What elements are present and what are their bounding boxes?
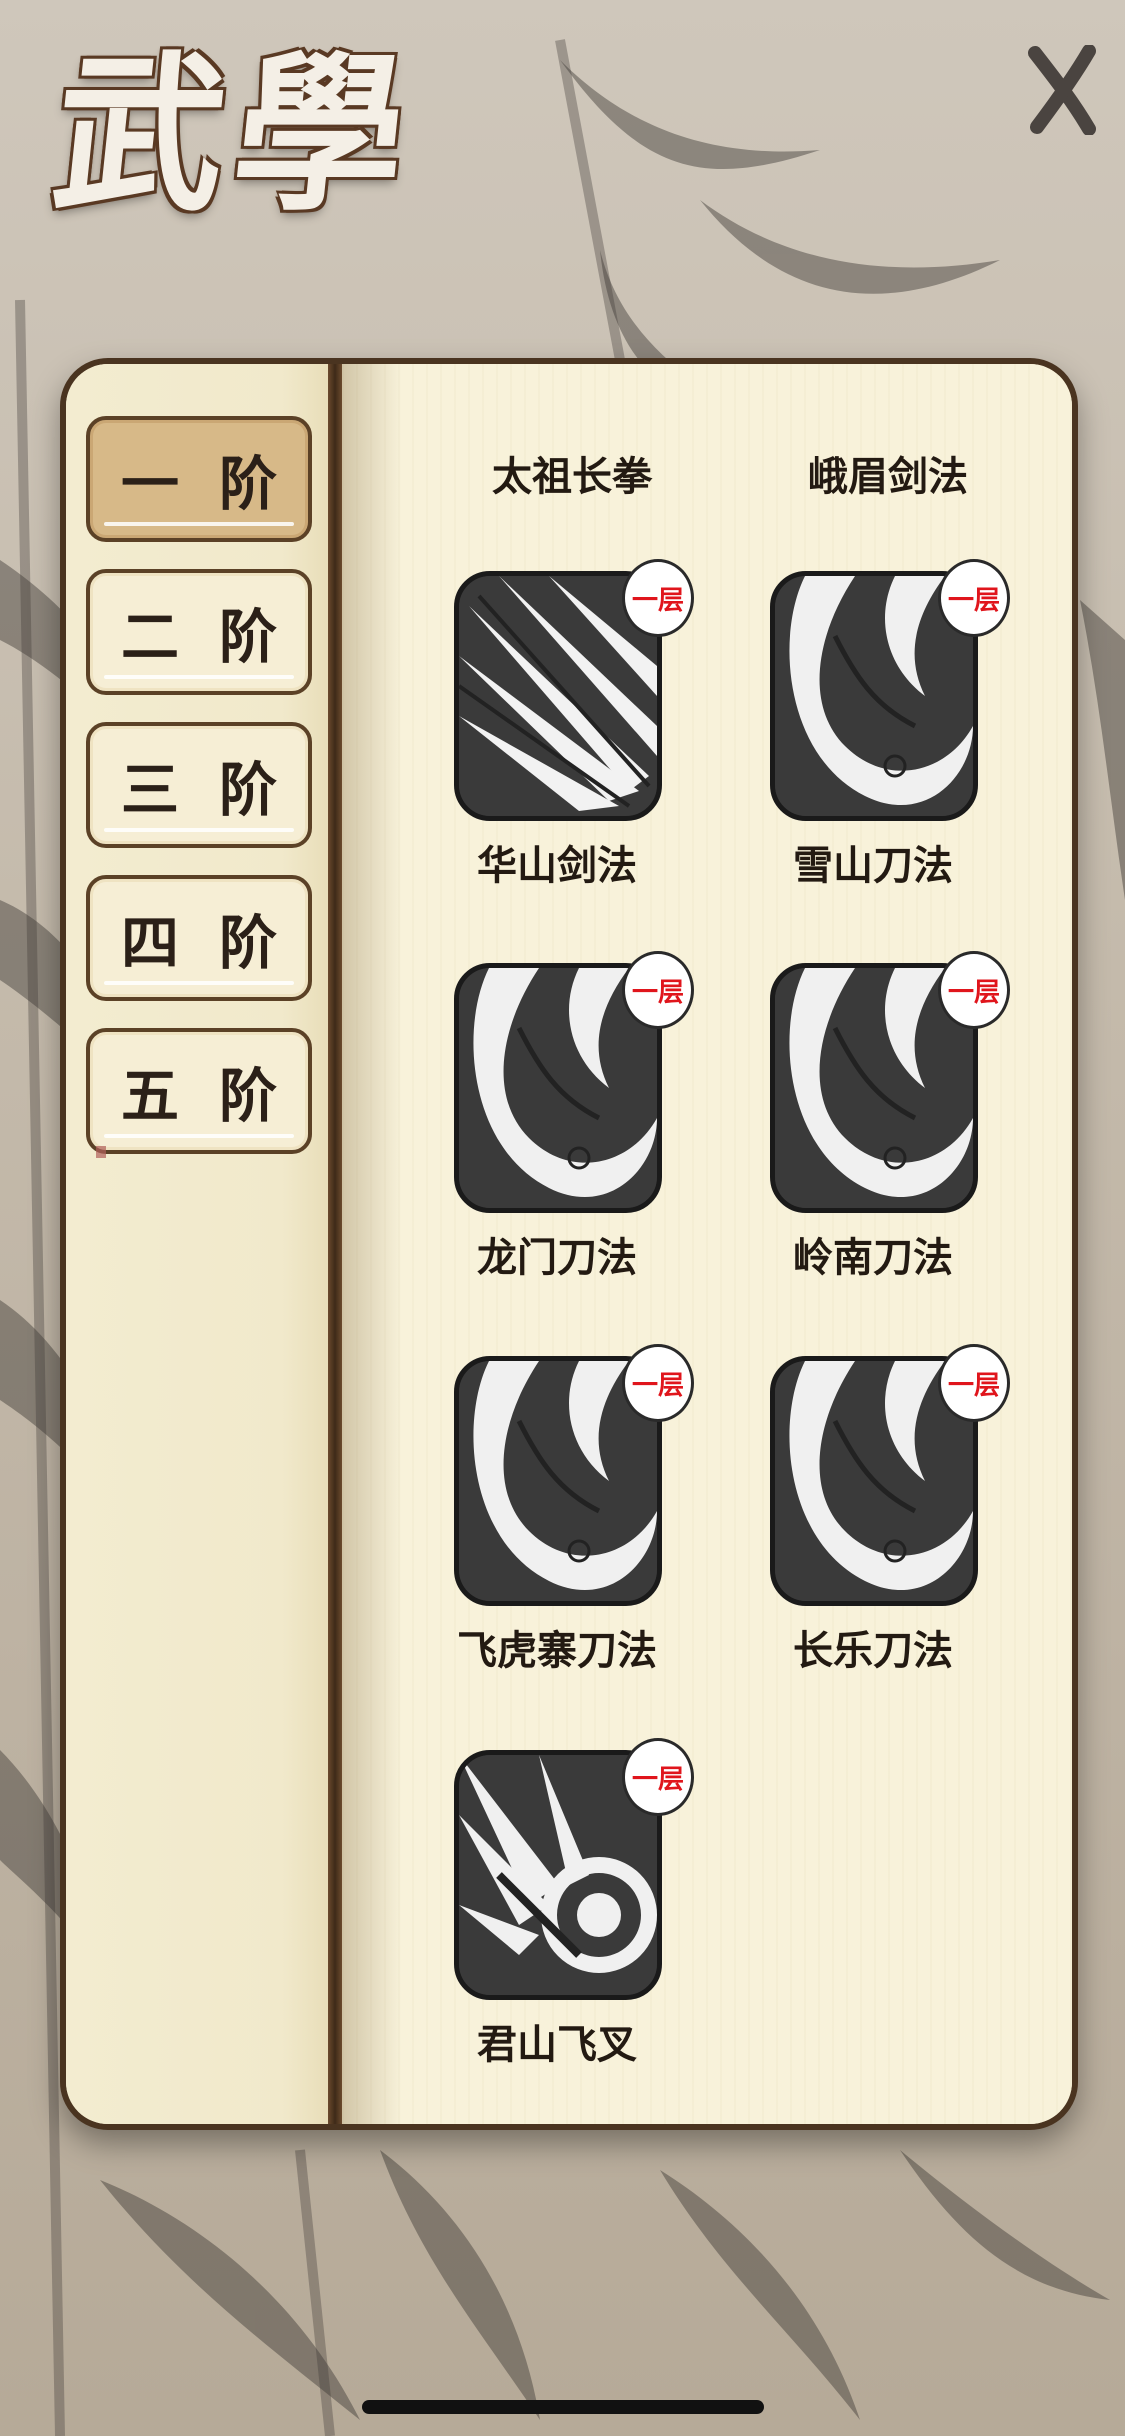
close-button[interactable]	[1022, 40, 1102, 140]
tier-tab-label: 五阶	[120, 1062, 317, 1130]
skill-level-badge: 一层	[622, 1344, 694, 1422]
skill-book: 一阶 二阶 三阶 四阶 五阶 太祖长拳 峨眉剑法 一层 华山剑法 一层 雪山刀法…	[60, 358, 1078, 2130]
tier-tab-label: 一阶	[120, 450, 317, 518]
close-icon	[1028, 45, 1096, 135]
skill-card[interactable]: 一层 华山剑法	[407, 559, 694, 891]
book-spine	[328, 364, 342, 2124]
home-indicator[interactable]	[362, 2400, 764, 2414]
tier-tab-label: 四阶	[120, 909, 317, 977]
skill-name: 岭南刀法	[793, 1235, 953, 1281]
skill-name: 华山剑法	[477, 843, 637, 889]
skill-card[interactable]: 一层 君山飞叉	[407, 1738, 694, 2070]
tier-tab-4[interactable]: 四阶	[86, 875, 312, 1001]
skill-name: 长乐刀法	[793, 1628, 953, 1674]
skill-card[interactable]: 一层 岭南刀法	[723, 951, 1010, 1283]
skill-card[interactable]: 一层 雪山刀法	[723, 559, 1010, 891]
skill-card[interactable]: 一层 飞虎寨刀法	[407, 1344, 694, 1676]
skill-level-badge: 一层	[622, 559, 694, 637]
skill-name: 龙门刀法	[477, 1235, 637, 1281]
skill-column-headers: 太祖长拳 峨眉剑法	[342, 444, 1072, 514]
column-header-2: 峨眉剑法	[808, 454, 968, 500]
tier-tab-1[interactable]: 一阶	[86, 416, 312, 542]
tier-tabs: 一阶 二阶 三阶 四阶 五阶	[86, 416, 312, 1181]
skill-name: 雪山刀法	[793, 843, 953, 889]
tier-tab-label: 二阶	[120, 603, 317, 671]
spine-shadow	[342, 364, 402, 2124]
skill-level-badge: 一层	[938, 559, 1010, 637]
skill-level-badge: 一层	[938, 951, 1010, 1029]
tier-tab-3[interactable]: 三阶	[86, 722, 312, 848]
tier-tab-2[interactable]: 二阶	[86, 569, 312, 695]
skill-name: 君山飞叉	[477, 2022, 637, 2068]
skill-level-badge: 一层	[622, 1738, 694, 1816]
tier-tab-label: 三阶	[120, 756, 317, 824]
skill-card[interactable]: 一层 长乐刀法	[723, 1344, 1010, 1676]
skill-level-badge: 一层	[622, 951, 694, 1029]
tier-tab-5[interactable]: 五阶	[86, 1028, 312, 1154]
column-header-1: 太祖长拳	[492, 454, 652, 500]
decorative-mark	[96, 1146, 106, 1158]
skill-level-badge: 一层	[938, 1344, 1010, 1422]
page-title: 武學	[44, 35, 426, 235]
skill-card[interactable]: 一层 龙门刀法	[407, 951, 694, 1283]
skill-name: 飞虎寨刀法	[457, 1628, 657, 1674]
